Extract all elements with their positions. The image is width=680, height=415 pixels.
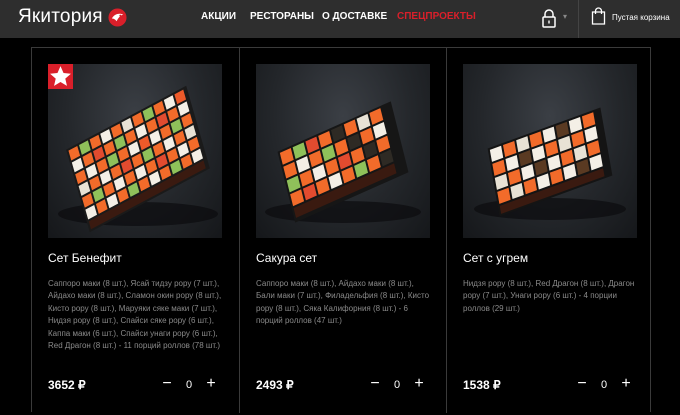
- chevron-down-icon[interactable]: ▾: [563, 12, 567, 21]
- product-description: Саппоро маки (8 шт.), Ясай тидзу рору (7…: [48, 279, 222, 351]
- product-title[interactable]: Сет Бенефит: [48, 251, 122, 265]
- increase-quantity-button[interactable]: +: [412, 372, 426, 396]
- decrease-quantity-button[interactable]: −: [575, 372, 589, 396]
- product-grid: Сет Бенефит Саппоро маки (8 шт.), Ясай т…: [31, 47, 652, 413]
- quantity-value: 0: [393, 379, 401, 391]
- product-card[interactable]: Сет Бенефит Саппоро маки (8 шт.), Ясай т…: [32, 48, 239, 413]
- product-title[interactable]: Сакура сет: [256, 251, 317, 265]
- product-price: 1538 ₽: [463, 378, 501, 392]
- decrease-quantity-button[interactable]: −: [368, 372, 382, 396]
- lock-icon[interactable]: [541, 8, 557, 28]
- product-card[interactable]: Сет с угрем Нидзя рору (8 шт.), Red Драг…: [446, 48, 652, 413]
- logo-text: Якитория: [18, 6, 103, 27]
- quantity-value: 0: [600, 379, 608, 391]
- nav-promotions[interactable]: АКЦИИ: [201, 11, 236, 22]
- product-image[interactable]: [256, 64, 430, 238]
- product-image[interactable]: [463, 64, 637, 238]
- shopping-bag-icon[interactable]: [591, 7, 606, 25]
- header-divider: [578, 0, 579, 38]
- yakitoriya-bird-icon: [108, 7, 127, 27]
- sushi-set-illustration: [58, 85, 218, 233]
- increase-quantity-button[interactable]: +: [204, 372, 218, 396]
- product-card[interactable]: Сакура сет Саппоро маки (8 шт.), Айдахо …: [239, 48, 446, 413]
- sushi-set-illustration: [474, 107, 626, 220]
- increase-quantity-button[interactable]: +: [619, 372, 633, 396]
- nav-restaurants[interactable]: РЕСТОРАНЫ: [250, 11, 314, 22]
- product-description: Саппоро маки (8 шт.), Айдахо маки (8 шт.…: [256, 279, 430, 326]
- cart-label[interactable]: Пустая корзина: [612, 13, 670, 22]
- nav-delivery[interactable]: О ДОСТАВКЕ: [322, 11, 387, 22]
- quantity-value: 0: [185, 379, 193, 391]
- logo[interactable]: Якитория: [18, 6, 127, 28]
- sushi-set-illustration: [265, 101, 421, 223]
- product-price: 3652 ₽: [48, 378, 86, 392]
- product-description: Нидзя рору (8 шт.), Red Драгон (8 шт.), …: [463, 279, 635, 313]
- star-icon: [48, 64, 73, 89]
- product-title[interactable]: Сет с угрем: [463, 251, 528, 265]
- decrease-quantity-button[interactable]: −: [160, 372, 174, 396]
- nav-special-projects[interactable]: СПЕЦПРОЕКТЫ: [397, 11, 476, 22]
- top-header: Якитория АКЦИИ РЕСТОРАНЫ О ДОСТАВКЕ СПЕЦ…: [0, 0, 680, 38]
- product-price: 2493 ₽: [256, 378, 294, 392]
- product-image[interactable]: [48, 64, 222, 238]
